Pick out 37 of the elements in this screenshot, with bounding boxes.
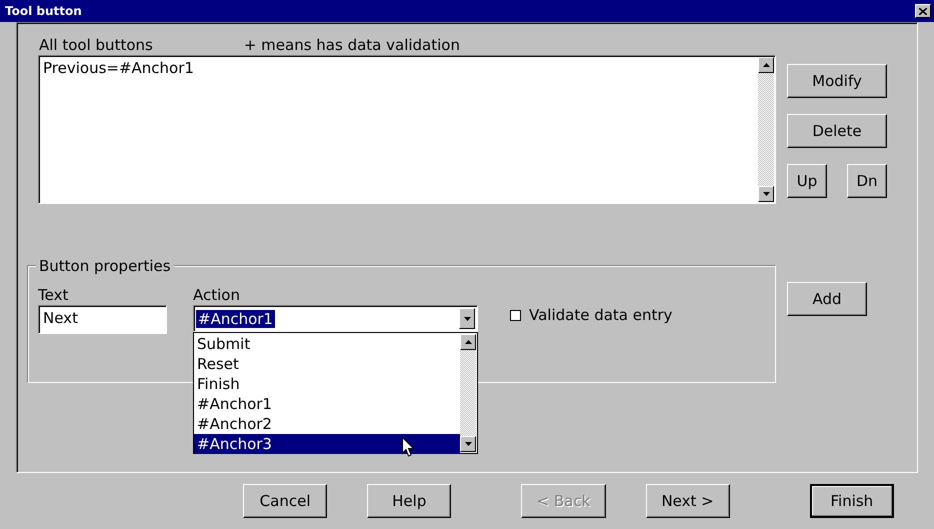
side-button[interactable]: Modify bbox=[787, 64, 887, 98]
text-field[interactable]: Next bbox=[38, 305, 167, 334]
scroll-down-icon bbox=[464, 442, 472, 446]
dialog-button[interactable]: Help bbox=[367, 484, 452, 518]
dropdown-arrow-icon bbox=[464, 316, 470, 320]
scroll-down-icon bbox=[762, 192, 770, 196]
tool-button-list[interactable]: Previous=#Anchor1 bbox=[38, 55, 776, 204]
close-button[interactable] bbox=[915, 4, 931, 18]
dialog-button[interactable]: Cancel bbox=[243, 484, 328, 518]
close-icon bbox=[919, 8, 927, 14]
checkbox-label: Validate data entry bbox=[529, 306, 672, 324]
checkbox[interactable] bbox=[510, 310, 521, 320]
dropdown-option[interactable]: #Anchor1 bbox=[194, 394, 460, 414]
list-label: All tool buttons bbox=[39, 36, 153, 54]
scrollbar[interactable] bbox=[460, 334, 476, 452]
action-label: Action bbox=[193, 286, 241, 304]
move-button[interactable]: Dn bbox=[847, 164, 887, 198]
validation-note: + means has data validation bbox=[244, 36, 460, 54]
group-title: Button properties bbox=[36, 257, 174, 275]
window-title: Tool button bbox=[5, 4, 82, 18]
dropdown-option[interactable]: Submit bbox=[194, 334, 460, 354]
dropdown-option[interactable]: #Anchor2 bbox=[194, 414, 460, 434]
dropdown-option[interactable]: #Anchor3 bbox=[194, 434, 460, 454]
side-button[interactable]: Delete bbox=[787, 114, 887, 148]
action-dropdown[interactable]: #Anchor1 bbox=[193, 305, 478, 332]
dialog-button[interactable]: Finish bbox=[810, 484, 894, 518]
scroll-up-icon bbox=[464, 340, 472, 344]
text-label: Text bbox=[38, 286, 70, 304]
list-item[interactable]: Previous=#Anchor1 bbox=[43, 59, 754, 77]
dropdown-option[interactable]: Finish bbox=[194, 374, 460, 394]
scrollbar[interactable] bbox=[758, 57, 774, 202]
scroll-up-icon bbox=[762, 63, 770, 67]
dropdown-option[interactable]: Reset bbox=[194, 354, 460, 374]
move-button[interactable]: Up bbox=[787, 164, 827, 198]
mouse-cursor-icon bbox=[402, 437, 414, 457]
dialog-button[interactable]: Next > bbox=[646, 484, 730, 518]
add-button[interactable]: Add bbox=[787, 282, 867, 316]
